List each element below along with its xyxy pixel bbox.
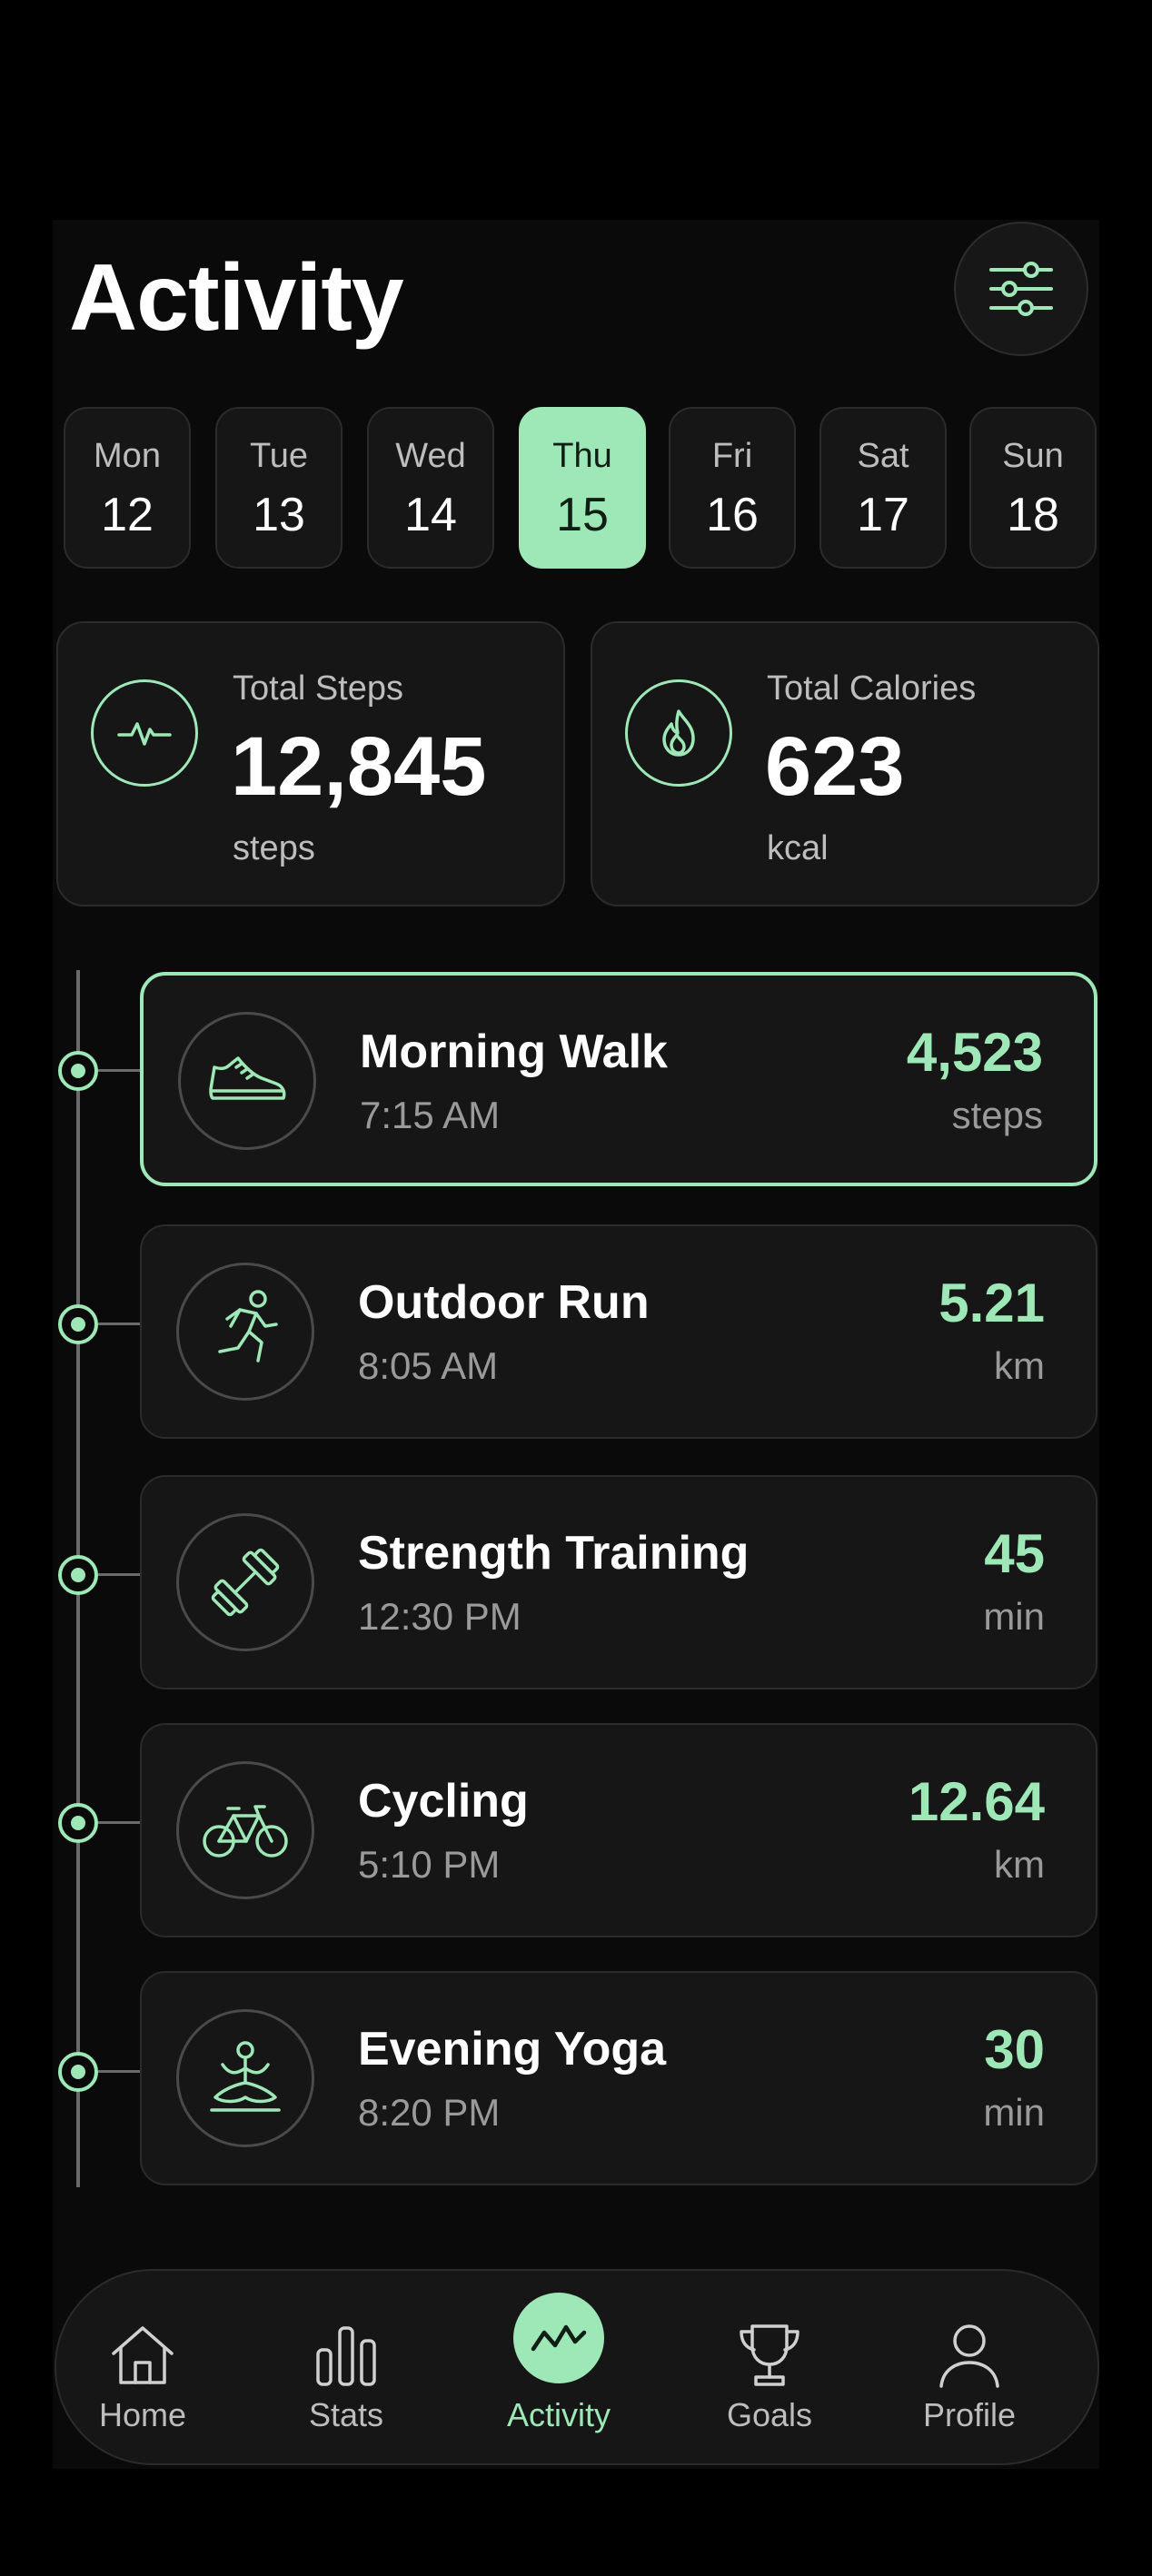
timeline-connector (98, 1069, 142, 1072)
timeline-connector (98, 1323, 142, 1325)
activity-name: Outdoor Run (358, 1276, 650, 1329)
day-name: Sat (857, 437, 909, 475)
home-icon (93, 2305, 193, 2405)
stat-value: 623 (765, 720, 905, 813)
activity-unit: km (994, 1344, 1045, 1387)
yoga-icon (176, 2009, 314, 2147)
activity-unit: min (983, 1595, 1045, 1638)
day-mon[interactable]: Mon 12 (64, 407, 191, 569)
day-number: 14 (404, 489, 457, 541)
pulse-icon (91, 679, 198, 787)
bar-chart-icon (296, 2305, 396, 2405)
nav-label: Profile (922, 2396, 1017, 2433)
timeline-connector (98, 1573, 142, 1576)
stat-value: 12,845 (231, 720, 487, 813)
nav-label: Stats (308, 2396, 384, 2433)
activity-card-evening-yoga[interactable]: Evening Yoga 8:20 PM 30 min (140, 1971, 1097, 2185)
nav-goals[interactable]: Goals (683, 2271, 856, 2467)
day-tue[interactable]: Tue 13 (215, 407, 343, 569)
activity-unit: km (994, 1843, 1045, 1886)
timeline-connector (98, 1821, 142, 1824)
bicycle-icon (176, 1761, 314, 1899)
day-number: 16 (706, 489, 759, 541)
nav-home[interactable]: Home (56, 2271, 229, 2467)
activity-time: 7:15 AM (360, 1094, 501, 1136)
nav-label: Goals (726, 2396, 813, 2433)
runner-icon (176, 1263, 314, 1401)
day-name: Sun (1002, 437, 1064, 475)
day-number: 12 (101, 489, 154, 541)
activity-card-morning-walk[interactable]: Morning Walk 7:15 AM 4,523 steps (140, 972, 1097, 1186)
nav-activity[interactable]: Activity (472, 2271, 645, 2467)
day-sun[interactable]: Sun 18 (969, 407, 1097, 569)
activity-value: 4,523 (906, 1022, 1043, 1083)
activity-value: 45 (984, 1523, 1045, 1584)
timeline-node (58, 1051, 98, 1091)
day-wed[interactable]: Wed 14 (367, 407, 494, 569)
flame-icon (625, 679, 732, 787)
timeline-node (58, 1555, 98, 1595)
day-name: Thu (552, 437, 612, 475)
filter-button[interactable] (954, 222, 1088, 356)
activity-card-cycling[interactable]: Cycling 5:10 PM 12.64 km (140, 1723, 1097, 1937)
activity-name: Strength Training (358, 1527, 750, 1580)
activity-time: 12:30 PM (358, 1595, 521, 1638)
nav-stats[interactable]: Stats (260, 2271, 432, 2467)
day-fri[interactable]: Fri 16 (669, 407, 796, 569)
stat-unit: kcal (767, 829, 829, 867)
day-number: 13 (253, 489, 305, 541)
page-title: Activity (69, 245, 404, 351)
trophy-icon (720, 2305, 819, 2405)
activity-time: 8:20 PM (358, 2091, 501, 2134)
day-number: 18 (1007, 489, 1059, 541)
stat-unit: steps (233, 829, 315, 867)
activity-time: 5:10 PM (358, 1843, 501, 1886)
stat-label: Total Calories (767, 669, 977, 708)
day-name: Tue (249, 437, 309, 475)
nav-label: Home (98, 2396, 187, 2433)
activity-name: Evening Yoga (358, 2023, 667, 2076)
activity-name: Morning Walk (360, 1025, 668, 1078)
shoe-icon (178, 1012, 316, 1150)
nav-profile[interactable]: Profile (883, 2271, 1056, 2467)
stat-label: Total Steps (233, 669, 403, 708)
day-number: 17 (857, 489, 909, 541)
timeline-node (58, 1803, 98, 1843)
bottom-nav: Home Stats Activity Goals Profile (55, 2269, 1099, 2465)
dumbbell-icon (176, 1513, 314, 1651)
activity-name: Cycling (358, 1775, 529, 1828)
timeline-node (58, 1304, 98, 1344)
user-icon (919, 2305, 1019, 2405)
activity-unit: min (983, 2091, 1045, 2134)
total-steps-card[interactable]: Total Steps 12,845 steps (56, 621, 565, 907)
activity-card-outdoor-run[interactable]: Outdoor Run 8:05 AM 5.21 km (140, 1224, 1097, 1439)
activity-value: 5.21 (938, 1273, 1045, 1333)
total-calories-card[interactable]: Total Calories 623 kcal (591, 621, 1099, 907)
activity-time: 8:05 AM (358, 1344, 499, 1387)
nav-label: Activity (506, 2396, 611, 2433)
day-name: Fri (711, 437, 753, 475)
day-sat[interactable]: Sat 17 (819, 407, 947, 569)
activity-wave-icon (513, 2293, 604, 2383)
day-name: Wed (395, 437, 466, 475)
timeline-connector (98, 2070, 142, 2073)
day-thu[interactable]: Thu 15 (519, 407, 646, 569)
day-number: 15 (556, 489, 609, 541)
activity-value: 30 (984, 2019, 1045, 2080)
timeline-node (58, 2052, 98, 2092)
day-name: Mon (94, 437, 161, 475)
activity-value: 12.64 (908, 1771, 1045, 1832)
activity-unit: steps (951, 1094, 1043, 1136)
activity-card-strength-training[interactable]: Strength Training 12:30 PM 45 min (140, 1475, 1097, 1689)
sliders-icon (989, 262, 1053, 316)
